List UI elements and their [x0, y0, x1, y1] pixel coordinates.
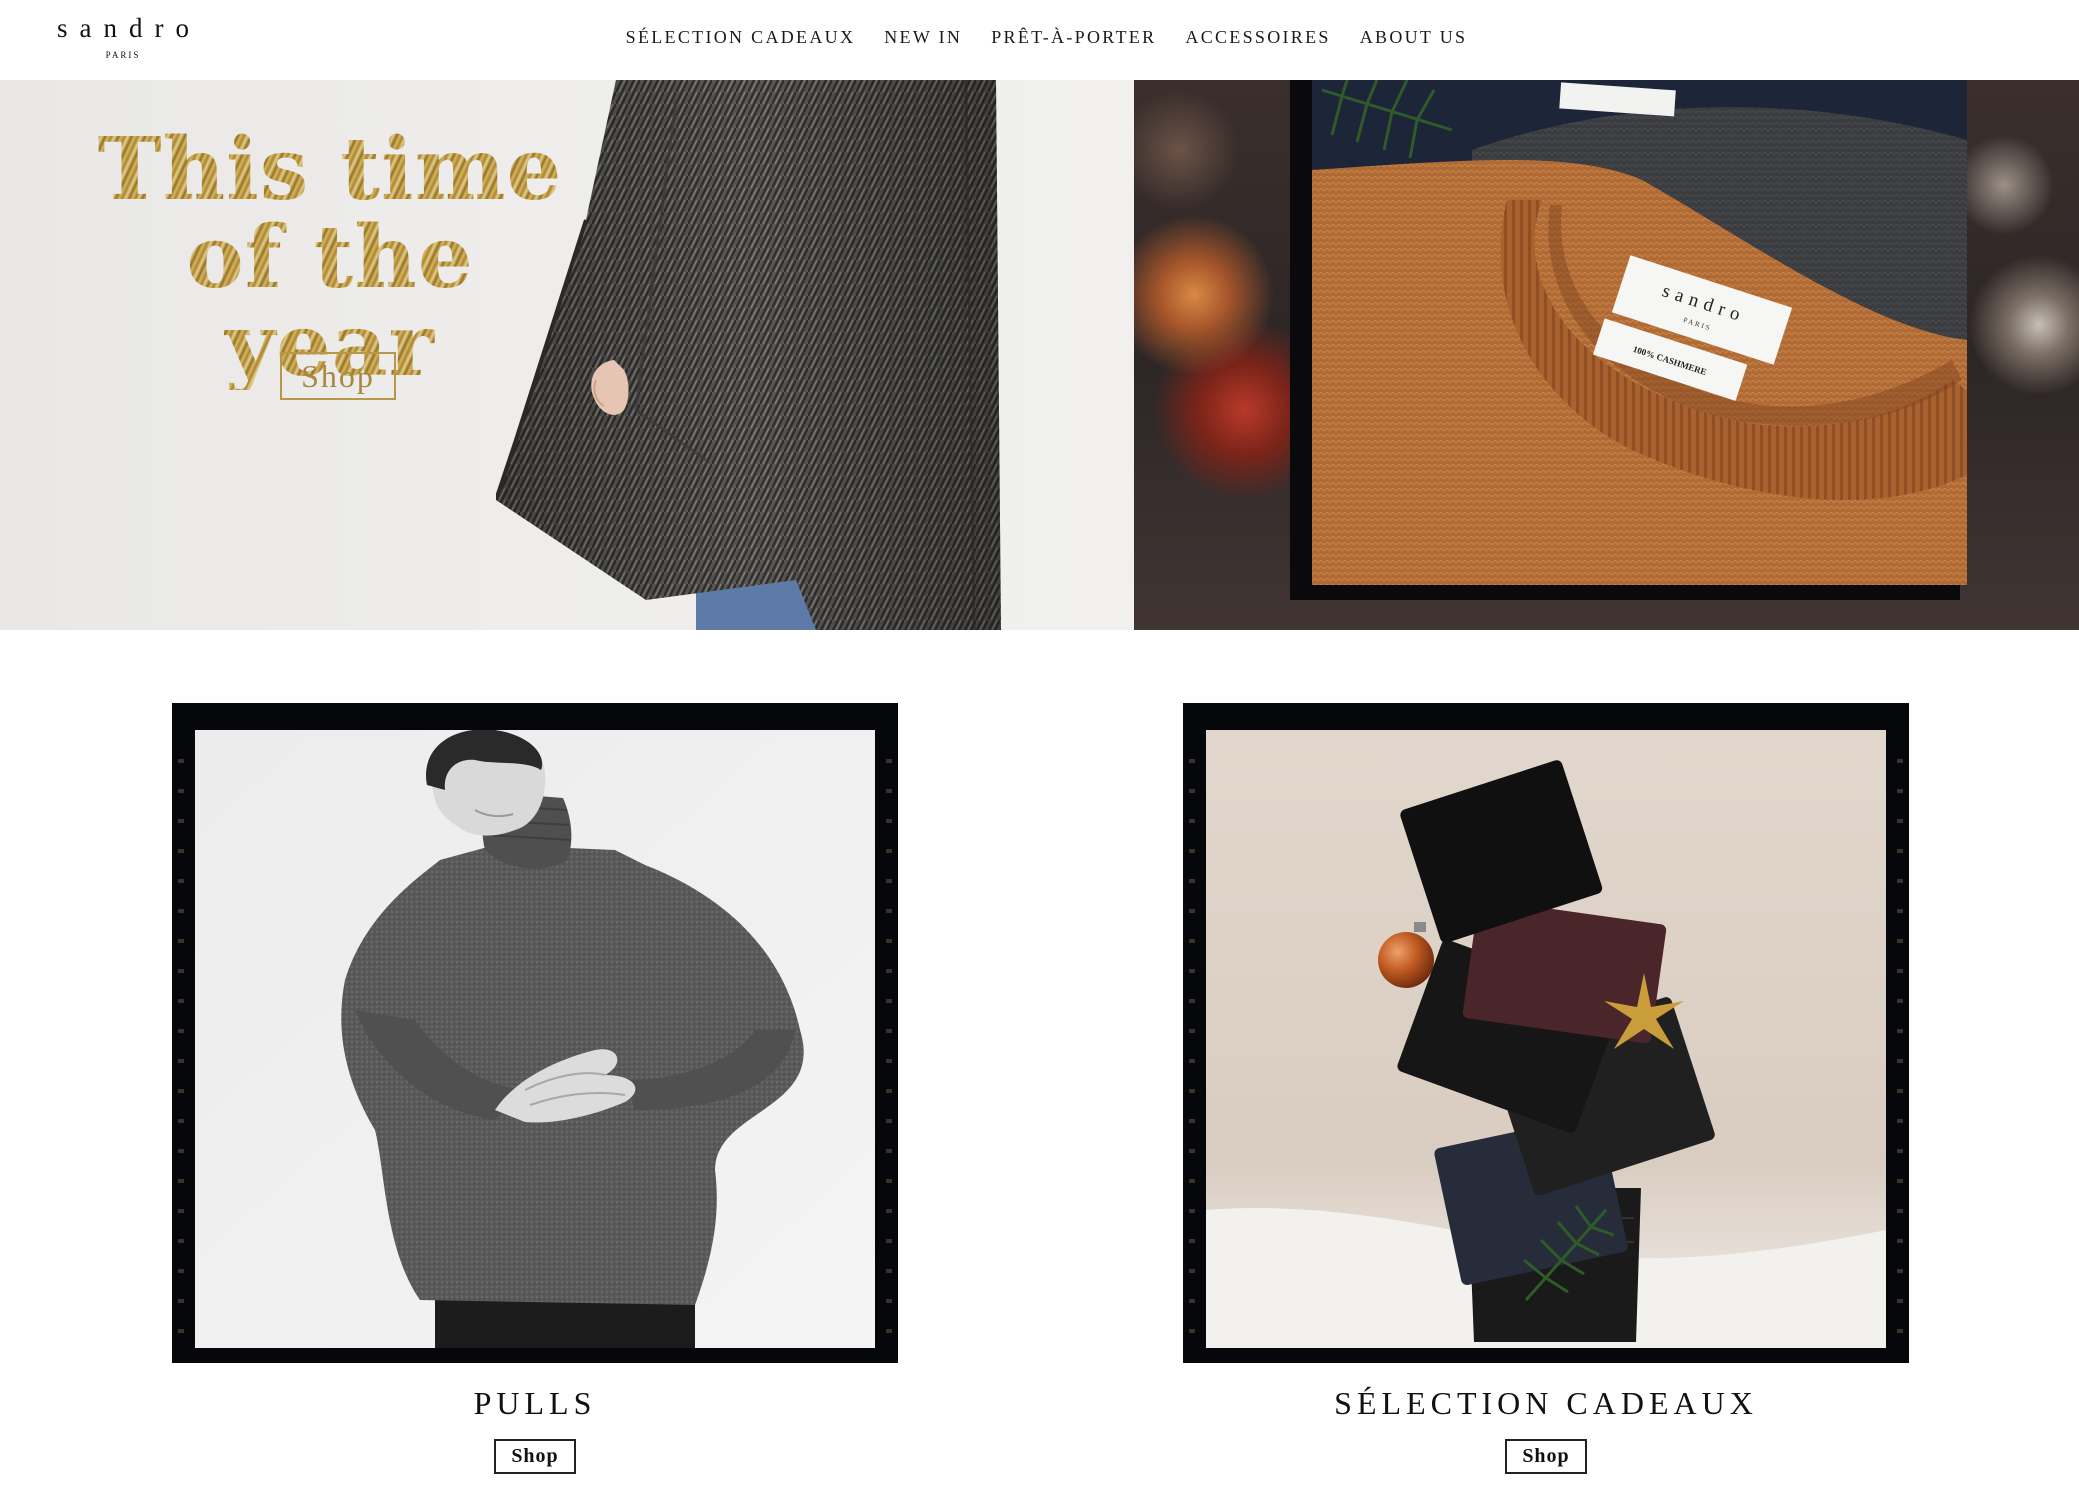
pulls-shop-button[interactable]: Shop	[494, 1439, 576, 1474]
nav-item-accessoires[interactable]: ACCESSOIRES	[1185, 27, 1330, 48]
film-edge-left	[1189, 733, 1195, 1333]
product-card-selection-cadeaux: sandro	[1183, 703, 1909, 1474]
bauble-cap-icon	[1414, 922, 1426, 932]
film-edge-left	[178, 733, 184, 1333]
christmas-bauble-icon	[1378, 932, 1434, 988]
pulls-photo-frame[interactable]	[172, 703, 898, 1363]
hero-shop-button[interactable]: Shop	[280, 352, 396, 400]
coat-model-image	[496, 80, 1001, 630]
product-card-pulls: PULLS Shop	[172, 703, 898, 1474]
nav-item-selection-cadeaux[interactable]: SÉLECTION CADEAUX	[626, 27, 856, 48]
nav-item-new-in[interactable]: NEW IN	[884, 27, 962, 48]
cashmere-sweater-image: sandro PARIS 100% CASHMERE	[1312, 80, 1967, 585]
film-edge-right	[886, 733, 892, 1333]
site-header: sandro PARIS SÉLECTION CADEAUX NEW IN PR…	[0, 0, 2079, 80]
sweater-photo-frame: sandro PARIS 100% CASHMERE	[1290, 80, 1967, 600]
turtleneck-model-image	[195, 730, 875, 1348]
nav-item-pret-a-porter[interactable]: PRÊT-À-PORTER	[991, 27, 1156, 48]
film-edge-right	[1897, 733, 1903, 1333]
hero-banner-cashmere[interactable]: sandro PARIS 100% CASHMERE	[1134, 80, 2079, 630]
main-nav: SÉLECTION CADEAUX NEW IN PRÊT-À-PORTER A…	[0, 0, 2079, 74]
hero-banner-coat[interactable]: This time of the year Shop	[0, 80, 1134, 630]
wallets-stack-image: sandro	[1206, 730, 1886, 1348]
nav-item-about-us[interactable]: ABOUT US	[1360, 27, 1468, 48]
selection-cadeaux-shop-button[interactable]: Shop	[1505, 1439, 1587, 1474]
gifts-photo-frame[interactable]: sandro	[1183, 703, 1909, 1363]
card-title-pulls: PULLS	[473, 1385, 597, 1421]
card-title-selection-cadeaux: SÉLECTION CADEAUX	[1334, 1385, 1758, 1421]
